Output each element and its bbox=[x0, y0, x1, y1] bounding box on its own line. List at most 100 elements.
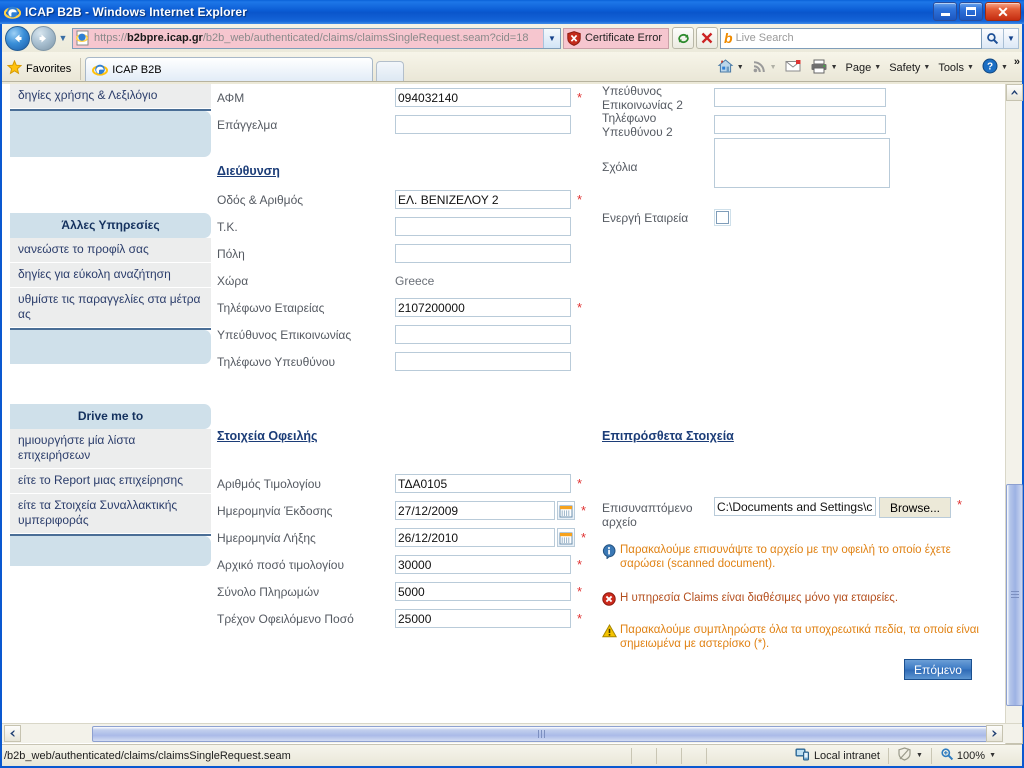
input-street[interactable] bbox=[395, 190, 571, 209]
close-button[interactable]: ✕ bbox=[985, 2, 1021, 21]
close-icon: ✕ bbox=[997, 3, 1009, 20]
search-input[interactable]: Live Search bbox=[736, 32, 794, 44]
refresh-button[interactable] bbox=[672, 27, 694, 49]
sidebar-item-view-transaction-behavior[interactable]: είτε τα Στοιχεία Συναλλακτικής υμπεριφορ… bbox=[10, 494, 211, 534]
certificate-error-indicator[interactable]: Certificate Error bbox=[562, 27, 669, 49]
page-menu-button[interactable]: Page ▼ bbox=[842, 60, 886, 76]
input-contact-phone[interactable] bbox=[395, 352, 571, 371]
tab-icap-b2b[interactable]: ICAP B2B bbox=[85, 57, 374, 81]
input-comments[interactable] bbox=[714, 138, 890, 188]
input-current-due[interactable] bbox=[395, 609, 571, 628]
input-attachment-path[interactable] bbox=[714, 497, 876, 516]
heading-debt-details[interactable]: Στοιχεία Οφειλής bbox=[217, 429, 318, 443]
help-button[interactable]: ? ▼ bbox=[978, 56, 1012, 79]
address-bar[interactable]: https://b2bpre.icap.gr/b2b_web/authentic… bbox=[72, 27, 561, 49]
tools-dropdown-icon[interactable]: ▼ bbox=[967, 64, 974, 71]
help-dropdown-icon[interactable]: ▼ bbox=[1001, 64, 1008, 71]
feeds-dropdown-icon[interactable]: ▼ bbox=[770, 64, 777, 71]
tools-menu-label: Tools bbox=[938, 61, 964, 74]
heading-address[interactable]: Διεύθυνση bbox=[217, 164, 280, 178]
input-issue-date[interactable] bbox=[395, 501, 555, 520]
checkbox-active-company[interactable] bbox=[714, 209, 731, 226]
resize-grip[interactable] bbox=[1002, 747, 1022, 765]
minimize-button[interactable] bbox=[933, 2, 957, 21]
shield-off-icon bbox=[897, 747, 912, 764]
input-contact-person[interactable] bbox=[395, 325, 571, 344]
sidebar-item-customize-orders[interactable]: υθμίστε τις παραγγελίες στα μέτρα ας bbox=[10, 288, 211, 328]
field-row-city: Πόλη * bbox=[217, 240, 602, 267]
print-button[interactable]: ▼ bbox=[806, 57, 842, 79]
sidebar-item-update-profile[interactable]: νανεώστε το προφίλ σας bbox=[10, 238, 211, 263]
heading-extra-details[interactable]: Επιπρόσθετα Στοιχεία bbox=[602, 429, 734, 443]
sidebar-item-view-company-report[interactable]: είτε το Report μιας επιχείρησης bbox=[10, 469, 211, 494]
tab-bar: Favorites ICAP B2B ▼ ▼ ▼ Page ▼ Safety ▼… bbox=[2, 52, 1022, 82]
info-icon bbox=[602, 543, 620, 562]
home-button[interactable]: ▼ bbox=[713, 56, 748, 79]
label-due-date: Ημερομηνία Λήξης bbox=[217, 530, 316, 545]
protected-mode-indicator[interactable]: ▼ bbox=[891, 747, 929, 764]
search-box[interactable]: b Live Search bbox=[720, 27, 982, 49]
scroll-right-button[interactable] bbox=[986, 725, 1003, 742]
zoom-dropdown-icon[interactable]: ▼ bbox=[989, 752, 996, 759]
input-afm[interactable] bbox=[395, 88, 571, 107]
sidebar-item-search-tips[interactable]: δηγίες για εύκολη αναζήτηση bbox=[10, 263, 211, 288]
search-go-button[interactable] bbox=[982, 27, 1004, 49]
vertical-scrollbar-thumb[interactable] bbox=[1006, 484, 1023, 706]
next-button[interactable]: Επόμενο bbox=[904, 659, 972, 680]
feeds-button[interactable]: ▼ bbox=[748, 57, 781, 79]
input-due-date[interactable] bbox=[395, 528, 555, 547]
browse-button[interactable]: Browse... bbox=[879, 497, 952, 518]
sidebar-item-guide[interactable]: δηγίες χρήσης & Λεξιλόγιο bbox=[10, 84, 211, 109]
scroll-left-button[interactable] bbox=[4, 725, 21, 742]
back-button[interactable] bbox=[5, 25, 30, 51]
field-row-current-due: Τρέχον Οφειλόμενο Ποσό * bbox=[217, 605, 602, 632]
calendar-icon-issue-date[interactable] bbox=[557, 501, 575, 520]
read-mail-button[interactable] bbox=[781, 57, 806, 78]
command-bar-overflow-icon[interactable]: » bbox=[1014, 56, 1020, 68]
vertical-scrollbar[interactable] bbox=[1005, 84, 1023, 744]
horizontal-scrollbar-thumb[interactable] bbox=[92, 726, 992, 742]
input-invoice-amount[interactable] bbox=[395, 555, 571, 574]
print-dropdown-icon[interactable]: ▼ bbox=[831, 64, 838, 71]
favorites-button[interactable]: Favorites bbox=[2, 58, 82, 80]
maximize-button[interactable] bbox=[959, 2, 983, 21]
protected-mode-dropdown-icon[interactable]: ▼ bbox=[916, 752, 923, 759]
sidebar-item-create-company-list[interactable]: ημιουργήστε μία λίστα επιχειρήσεων bbox=[10, 429, 211, 469]
tools-menu-button[interactable]: Tools ▼ bbox=[934, 60, 978, 76]
horizontal-scrollbar[interactable] bbox=[2, 723, 1022, 743]
label-invoice-number: Αριθμός Τιμολογίου bbox=[217, 476, 321, 491]
forward-button[interactable] bbox=[31, 25, 56, 51]
security-zone-indicator[interactable]: Local intranet bbox=[789, 747, 886, 764]
input-contact-person-2[interactable] bbox=[714, 88, 886, 107]
safety-dropdown-icon[interactable]: ▼ bbox=[923, 64, 930, 71]
stop-button[interactable] bbox=[696, 27, 718, 49]
recent-pages-dropdown[interactable]: ▼ bbox=[56, 33, 70, 43]
calendar-icon-due-date[interactable] bbox=[557, 528, 575, 547]
title-bar: ICAP B2B - Windows Internet Explorer ✕ bbox=[0, 0, 1024, 24]
input-contact-phone-2[interactable] bbox=[714, 115, 886, 134]
checkbox-box-icon bbox=[716, 211, 729, 224]
label-active-company: Ενεργή Εταιρεία bbox=[602, 210, 689, 225]
input-total-payments[interactable] bbox=[395, 582, 571, 601]
new-tab-button[interactable] bbox=[376, 61, 405, 81]
page-dropdown-icon[interactable]: ▼ bbox=[874, 64, 881, 71]
input-postal-code[interactable] bbox=[395, 217, 571, 236]
field-row-street: Οδός & Αριθμός * bbox=[217, 186, 602, 213]
page-icon bbox=[75, 30, 91, 46]
extra-heading-row: Επιπρόσθετα Στοιχεία bbox=[602, 429, 997, 459]
zoom-indicator[interactable]: 100% ▼ bbox=[934, 747, 1002, 764]
status-divider-2 bbox=[655, 747, 657, 764]
address-dropdown-icon[interactable]: ▼ bbox=[542, 28, 560, 48]
input-city[interactable] bbox=[395, 244, 571, 263]
form-left-column: ΑΦΜ * Επάγγελμα * Διεύθυνση bbox=[217, 84, 602, 375]
search-provider-dropdown[interactable]: ▼ bbox=[1004, 27, 1019, 49]
safety-menu-button[interactable]: Safety ▼ bbox=[885, 60, 934, 76]
label-comments: Σχόλια bbox=[602, 160, 638, 174]
input-invoice-number[interactable] bbox=[395, 474, 571, 493]
home-dropdown-icon[interactable]: ▼ bbox=[737, 64, 744, 71]
hscrollbar-grip-icon bbox=[538, 730, 546, 738]
input-company-phone[interactable] bbox=[395, 298, 571, 317]
scroll-up-button[interactable] bbox=[1006, 84, 1023, 101]
input-profession[interactable] bbox=[395, 115, 571, 134]
required-marker-company-phone: * bbox=[577, 300, 583, 315]
